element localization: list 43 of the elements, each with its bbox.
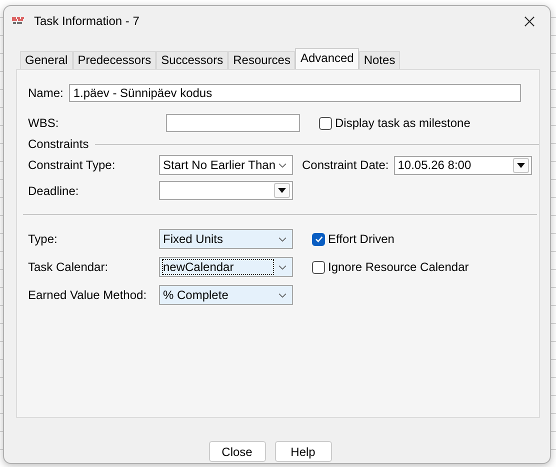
chevron-down-icon — [278, 292, 287, 298]
section-heading: Constraints — [28, 137, 89, 151]
dropdown[interactable]: % Complete — [159, 285, 293, 305]
field-label: Name: — [28, 86, 64, 100]
checkbox-label: Effort Driven — [328, 232, 394, 246]
window-title: Task Information - 7 — [34, 14, 140, 28]
tab[interactable]: Predecessors — [72, 51, 156, 69]
dialog-button[interactable]: Close — [208, 441, 266, 462]
tab[interactable]: General — [20, 51, 73, 69]
checkbox[interactable] — [312, 232, 325, 246]
checkmark-icon — [314, 234, 324, 244]
date-field[interactable]: 10.05.26 8:00 — [394, 156, 532, 174]
dropdown-button[interactable] — [512, 158, 529, 172]
date-field[interactable] — [159, 181, 293, 200]
checkbox-label: Display task as milestone — [335, 116, 470, 130]
field-label: Earned Value Method: — [28, 288, 147, 302]
dropdown-button[interactable] — [274, 183, 290, 198]
wbs-field[interactable] — [166, 114, 300, 132]
chevron-down-icon — [278, 236, 287, 242]
tab[interactable]: Successors — [156, 51, 228, 69]
name-field[interactable]: 1.päev - Sünnipäev kodus — [69, 84, 522, 102]
close-icon[interactable] — [524, 16, 535, 26]
dropdown[interactable]: Start No Earlier Than — [159, 155, 293, 175]
tab[interactable]: Resources — [228, 51, 296, 69]
triangle-down-icon — [516, 162, 525, 168]
field-label: WBS: — [28, 116, 60, 130]
dropdown[interactable]: Fixed Units — [159, 229, 293, 249]
dialog-button[interactable]: Help — [274, 441, 332, 462]
checkbox[interactable] — [319, 116, 332, 130]
triangle-down-icon — [278, 188, 286, 193]
field-label: Type: — [28, 232, 58, 246]
app-icon — [11, 16, 25, 26]
checkbox-label: Ignore Resource Calendar — [328, 260, 469, 274]
chevron-down-icon — [278, 264, 287, 270]
tab[interactable]: Notes — [358, 51, 400, 69]
field-label: Task Calendar: — [28, 260, 110, 274]
chevron-down-icon — [278, 162, 287, 168]
tab[interactable]: Advanced — [295, 48, 359, 69]
field-label: Constraint Type: — [28, 158, 116, 172]
checkbox[interactable] — [312, 260, 325, 274]
field-label: Constraint Date: — [302, 158, 389, 172]
field-label: Deadline: — [28, 184, 80, 198]
dropdown[interactable]: newCalendar — [159, 257, 293, 277]
